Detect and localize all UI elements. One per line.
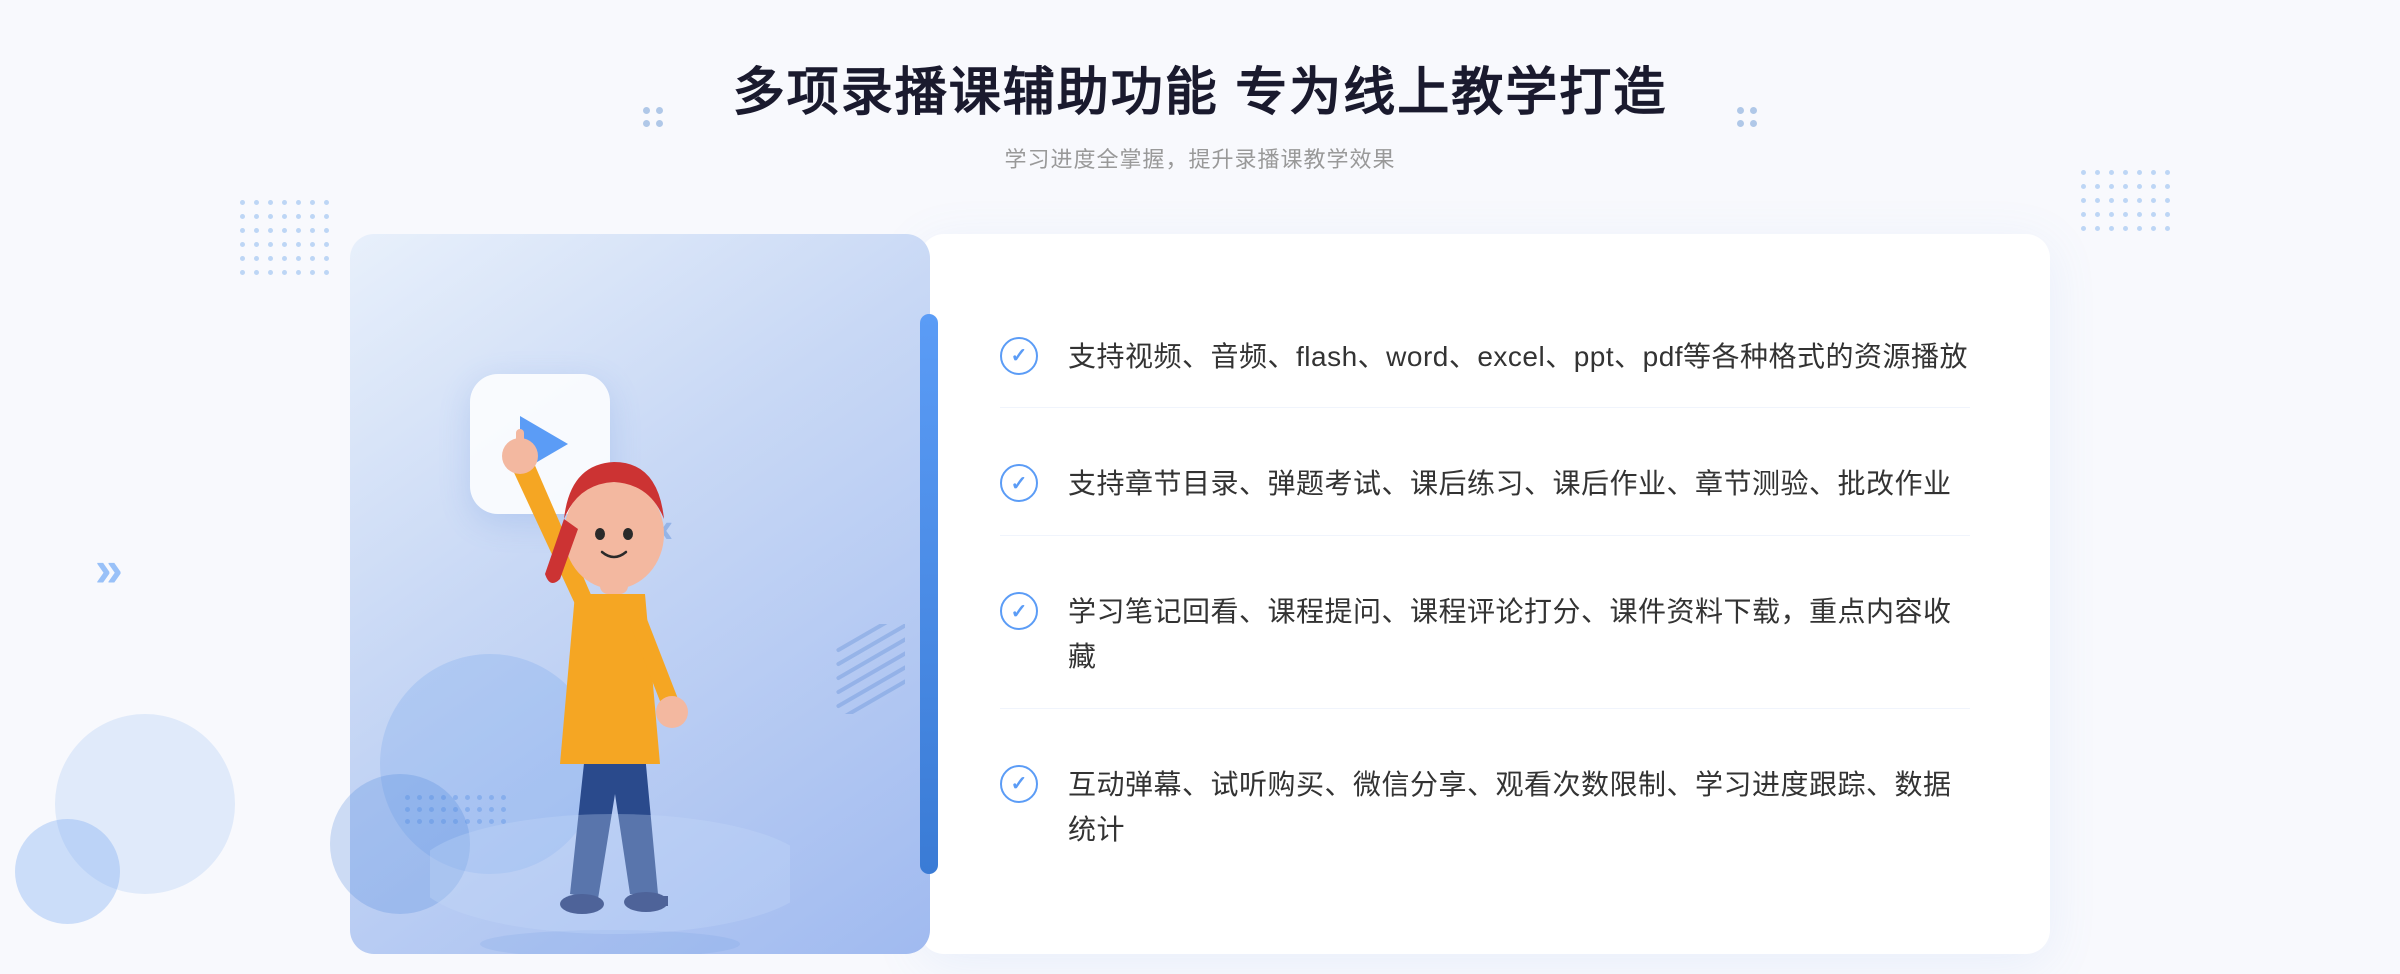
check-mark-4: ✓: [1011, 771, 1028, 796]
check-icon-4: ✓: [1000, 765, 1038, 803]
illustration-panel: «: [350, 234, 930, 954]
check-icon-2: ✓: [1000, 464, 1038, 502]
person-illustration: [430, 374, 790, 954]
header-section: 多项录播课辅助功能 专为线上教学打造 学习进度全掌握，提升录播课教学效果: [733, 60, 1667, 174]
feature-item-1: ✓ 支持视频、音频、flash、word、excel、ppt、pdf等各种格式的…: [1000, 307, 1970, 409]
stripe-decoration: [830, 624, 905, 714]
dots-pattern-left: [240, 200, 329, 275]
features-panel: ✓ 支持视频、音频、flash、word、excel、ppt、pdf等各种格式的…: [920, 234, 2050, 954]
dots-pattern-right: [2081, 170, 2170, 231]
check-icon-3: ✓: [1000, 592, 1038, 630]
check-mark-2: ✓: [1011, 471, 1028, 496]
blue-accent-bar: [920, 314, 938, 874]
sub-title: 学习进度全掌握，提升录播课教学效果: [733, 142, 1667, 174]
bg-circle-2: [15, 819, 120, 924]
check-icon-1: ✓: [1000, 337, 1038, 375]
feature-item-3: ✓ 学习笔记回看、课程提问、课程评论打分、课件资料下载，重点内容收藏: [1000, 562, 1970, 709]
check-mark-1: ✓: [1011, 343, 1028, 368]
feature-text-4: 互动弹幕、试听购买、微信分享、观看次数限制、学习进度跟踪、数据统计: [1068, 763, 1970, 853]
header-dots-left: [643, 107, 663, 127]
feature-text-3: 学习笔记回看、课程提问、课程评论打分、课件资料下载，重点内容收藏: [1068, 590, 1970, 680]
check-mark-3: ✓: [1011, 599, 1028, 624]
feature-text-1: 支持视频、音频、flash、word、excel、ppt、pdf等各种格式的资源…: [1068, 335, 1968, 380]
main-title: 多项录播课辅助功能 专为线上教学打造: [733, 60, 1667, 128]
feature-item-2: ✓ 支持章节目录、弹题考试、课后练习、课后作业、章节测验、批改作业: [1000, 434, 1970, 536]
feature-item-4: ✓ 互动弹幕、试听购买、微信分享、观看次数限制、学习进度跟踪、数据统计: [1000, 735, 1970, 881]
page-wrapper: » 多项录播课辅助功能 专为线上教学打造 学习进度全掌握，提升录播课教学效果: [0, 0, 2400, 974]
feature-text-2: 支持章节目录、弹题考试、课后练习、课后作业、章节测验、批改作业: [1068, 462, 1952, 507]
chevron-left-icon: »: [95, 540, 123, 598]
content-area: «: [350, 234, 2050, 954]
header-dots-right: [1737, 107, 1757, 127]
